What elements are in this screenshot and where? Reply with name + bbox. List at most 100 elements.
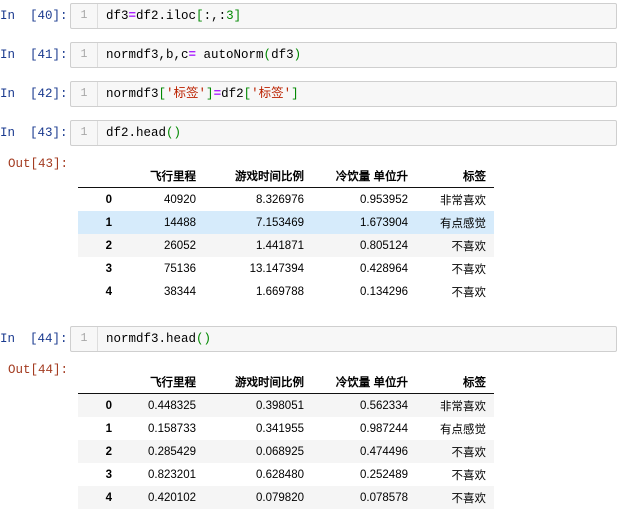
line-number-gutter: 1	[71, 121, 98, 145]
code-token: ]	[206, 87, 214, 101]
notebook-output-44: Out[44]: 飞行里程 游戏时间比例 冷饮量 单位升 标签 0 0.448325 0.3…	[0, 362, 617, 526]
column-header: 飞行里程	[122, 366, 204, 394]
row-index: 2	[78, 234, 122, 257]
line-number-gutter: 1	[71, 327, 98, 351]
table-cell: 7.153469	[204, 211, 312, 234]
row-index: 0	[105, 193, 112, 206]
table-cell: 0.158733	[148, 422, 196, 435]
table-cell: 26052	[122, 234, 204, 257]
prompt-in-44: In [44]:	[0, 332, 68, 346]
table-row: 3 0.823201 0.628480 0.252489 不喜欢	[78, 463, 494, 486]
notebook-cell-in-41[interactable]: In [41]: 1 normdf3,b,c= autoNorm(df3)	[0, 42, 617, 68]
table-row: 3 75136 13.147394 0.428964 不喜欢	[78, 257, 494, 280]
code-token: ]	[233, 9, 242, 23]
code-token: normdf3.head	[106, 332, 197, 346]
code-token: autoNorm	[196, 48, 264, 62]
code-token: df3	[106, 9, 129, 23]
column-header: 游戏时间比例	[204, 160, 312, 188]
table-row: 4 38344 1.669788 0.134296 不喜欢	[78, 280, 494, 303]
prompt-in-43: In [43]:	[0, 126, 68, 140]
row-index: 3	[105, 468, 112, 481]
code-input-43[interactable]: 1 df2.head()	[70, 120, 617, 146]
code-token: ()	[166, 126, 182, 140]
table-cell: 13.147394	[249, 262, 304, 275]
row-index: 3	[105, 262, 112, 275]
code-token: =	[128, 9, 137, 23]
code-text-42[interactable]: normdf3['标签']=df2['标签']	[98, 82, 616, 106]
row-index: 0	[78, 393, 122, 417]
table-cell: 不喜欢	[451, 263, 487, 276]
dataframe-table-43: 飞行里程 游戏时间比例 冷饮量 单位升 标签 0 40920 8.326976 0.95395…	[78, 160, 494, 303]
notebook-cell-in-40[interactable]: In [40]: 1 df3=df2.iloc[:,:3]	[0, 3, 617, 29]
column-header: 标签	[416, 366, 494, 394]
table-cell: 0.068925	[204, 440, 312, 463]
code-token: '标签'	[251, 87, 292, 101]
column-header: 冷饮量 单位升	[312, 366, 416, 394]
prompt-out-44: Out[44]:	[7, 363, 68, 377]
notebook-cell-in-42[interactable]: In [42]: 1 normdf3['标签']=df2['标签']	[0, 81, 617, 107]
row-index: 1	[78, 211, 122, 234]
code-text-44[interactable]: normdf3.head()	[98, 327, 616, 351]
code-token: )	[293, 48, 302, 62]
table-cell: 0.805124	[312, 234, 416, 257]
dataframe-table-44: 飞行里程 游戏时间比例 冷饮量 单位升 标签 0 0.448325 0.398051 0.56…	[78, 366, 494, 509]
code-token: =	[188, 48, 197, 62]
table-cell: 0.420102	[122, 486, 204, 509]
column-header-index	[78, 160, 122, 188]
table-row: 0 0.448325 0.398051 0.562334 非常喜欢	[78, 393, 494, 417]
table-cell: 有点感觉	[416, 211, 494, 234]
table-cell: 不喜欢	[451, 286, 487, 299]
code-input-42[interactable]: 1 normdf3['标签']=df2['标签']	[70, 81, 617, 107]
table-cell: 0.823201	[148, 468, 196, 481]
notebook-cell-in-44[interactable]: In [44]: 1 normdf3.head()	[0, 326, 617, 352]
table-cell: 1.673904	[312, 211, 416, 234]
notebook-output-43: Out[43]: 飞行里程 游戏时间比例 冷饮量 单位升 标签 0 40920 8.3269…	[0, 156, 617, 306]
code-token: normdf3,b,c	[106, 48, 189, 62]
code-text-41[interactable]: normdf3,b,c= autoNorm(df3)	[98, 43, 616, 67]
table-header-row: 飞行里程 游戏时间比例 冷饮量 单位升 标签	[78, 160, 494, 188]
table-cell: 0.078578	[312, 486, 416, 509]
table-row: 2 0.285429 0.068925 0.474496 不喜欢	[78, 440, 494, 463]
table-row: 4 0.420102 0.079820 0.078578 不喜欢	[78, 486, 494, 509]
table-cell: 1.669788	[256, 285, 304, 298]
table-row: 2 26052 1.441871 0.805124 不喜欢	[78, 234, 494, 257]
table-cell: 14488	[122, 211, 204, 234]
column-header: 标签	[416, 160, 494, 188]
table-cell: 不喜欢	[451, 469, 487, 482]
table-row: 0 40920 8.326976 0.953952 非常喜欢	[78, 188, 494, 212]
table-cell: 0.134296	[360, 285, 408, 298]
table-row: 1 14488 7.153469 1.673904 有点感觉	[78, 211, 494, 234]
code-text-40[interactable]: df3=df2.iloc[:,:3]	[98, 4, 616, 28]
code-input-40[interactable]: 1 df3=df2.iloc[:,:3]	[70, 3, 617, 29]
table-cell: 0.428964	[360, 262, 408, 275]
code-text-43[interactable]: df2.head()	[98, 121, 616, 145]
row-index: 2	[78, 440, 122, 463]
line-number-gutter: 1	[71, 4, 98, 28]
column-header: 冷饮量 单位升	[312, 160, 416, 188]
code-token: '标签'	[166, 87, 207, 101]
code-token: ]	[291, 87, 299, 101]
table-cell: 0.079820	[204, 486, 312, 509]
column-header: 飞行里程	[122, 160, 204, 188]
table-row: 1 0.158733 0.341955 0.987244 有点感觉	[78, 417, 494, 440]
code-token: =	[213, 87, 222, 101]
row-index: 1	[105, 422, 112, 435]
code-token: df2.head	[106, 126, 167, 140]
table-cell: 不喜欢	[416, 486, 494, 509]
code-input-44[interactable]: 1 normdf3.head()	[70, 326, 617, 352]
code-token: normdf3	[106, 87, 159, 101]
table-cell: 0.628480	[256, 468, 304, 481]
table-header-row: 飞行里程 游戏时间比例 冷饮量 单位升 标签	[78, 366, 494, 394]
table-cell: 不喜欢	[416, 440, 494, 463]
table-cell: 有点感觉	[440, 423, 486, 436]
code-token: ()	[196, 332, 212, 346]
code-token: df2.iloc	[136, 9, 197, 23]
notebook-cell-in-43[interactable]: In [43]: 1 df2.head()	[0, 120, 617, 146]
code-input-41[interactable]: 1 normdf3,b,c= autoNorm(df3)	[70, 42, 617, 68]
code-token: (	[263, 48, 272, 62]
table-cell: 不喜欢	[416, 234, 494, 257]
table-cell: 75136	[164, 262, 196, 275]
line-number-gutter: 1	[71, 82, 98, 106]
prompt-in-42: In [42]:	[0, 87, 68, 101]
table-cell: 非常喜欢	[440, 194, 486, 207]
